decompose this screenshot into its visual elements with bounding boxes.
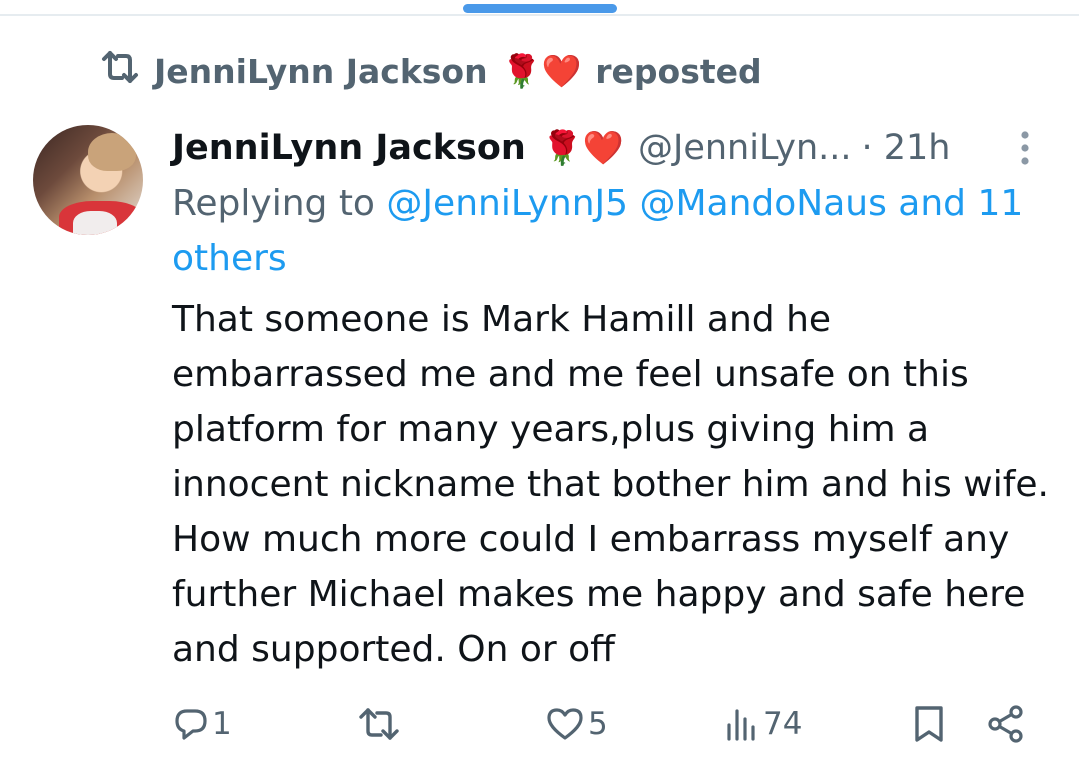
display-name[interactable]: JenniLynn Jackson xyxy=(172,128,526,168)
reply-button[interactable]: 1 xyxy=(174,700,232,748)
repost-icon xyxy=(100,50,140,92)
action-bar: 1 5 74 xyxy=(0,700,1079,748)
reply-icon xyxy=(174,707,208,741)
repost-user-emojis: 🌹❤️ xyxy=(501,52,582,90)
share-icon xyxy=(986,704,1026,744)
scroll-indicator[interactable] xyxy=(463,4,617,13)
heart-icon xyxy=(546,707,584,741)
views-count: 74 xyxy=(763,706,803,742)
like-button[interactable]: 5 xyxy=(546,700,608,748)
views-chart-icon xyxy=(725,707,759,741)
avatar[interactable] xyxy=(33,125,143,235)
top-divider xyxy=(0,14,1079,16)
tweet-text: That someone is Mark Hamill and he embar… xyxy=(172,299,1049,670)
tweet-header: JenniLynn Jackson 🌹❤️ @JenniLyn... · 21h xyxy=(172,122,1042,174)
bookmark-icon xyxy=(913,704,945,744)
avatar-hair xyxy=(88,133,136,171)
repost-user-name[interactable]: JenniLynn Jackson xyxy=(154,52,488,91)
replying-to-label: Replying to xyxy=(172,183,375,224)
repost-label: reposted xyxy=(595,51,762,91)
repost-action-icon xyxy=(357,707,401,741)
repost-button[interactable] xyxy=(357,700,405,748)
more-options-icon[interactable] xyxy=(1011,128,1039,168)
replying-to: Replying to @JenniLynnJ5 @MandoNaus and … xyxy=(172,176,1052,286)
name-emojis: 🌹❤️ xyxy=(541,128,624,167)
views-button[interactable]: 74 xyxy=(725,700,802,748)
timestamp[interactable]: · 21h xyxy=(862,128,951,168)
user-handle[interactable]: @JenniLyn... xyxy=(638,128,852,168)
share-button[interactable] xyxy=(986,700,1026,748)
bookmark-button[interactable] xyxy=(913,700,945,748)
reply-count: 1 xyxy=(212,706,232,742)
like-count: 5 xyxy=(588,706,608,742)
repost-context[interactable]: JenniLynn Jackson 🌹❤️ reposted xyxy=(100,46,762,96)
avatar-shirt-detail xyxy=(73,211,117,235)
